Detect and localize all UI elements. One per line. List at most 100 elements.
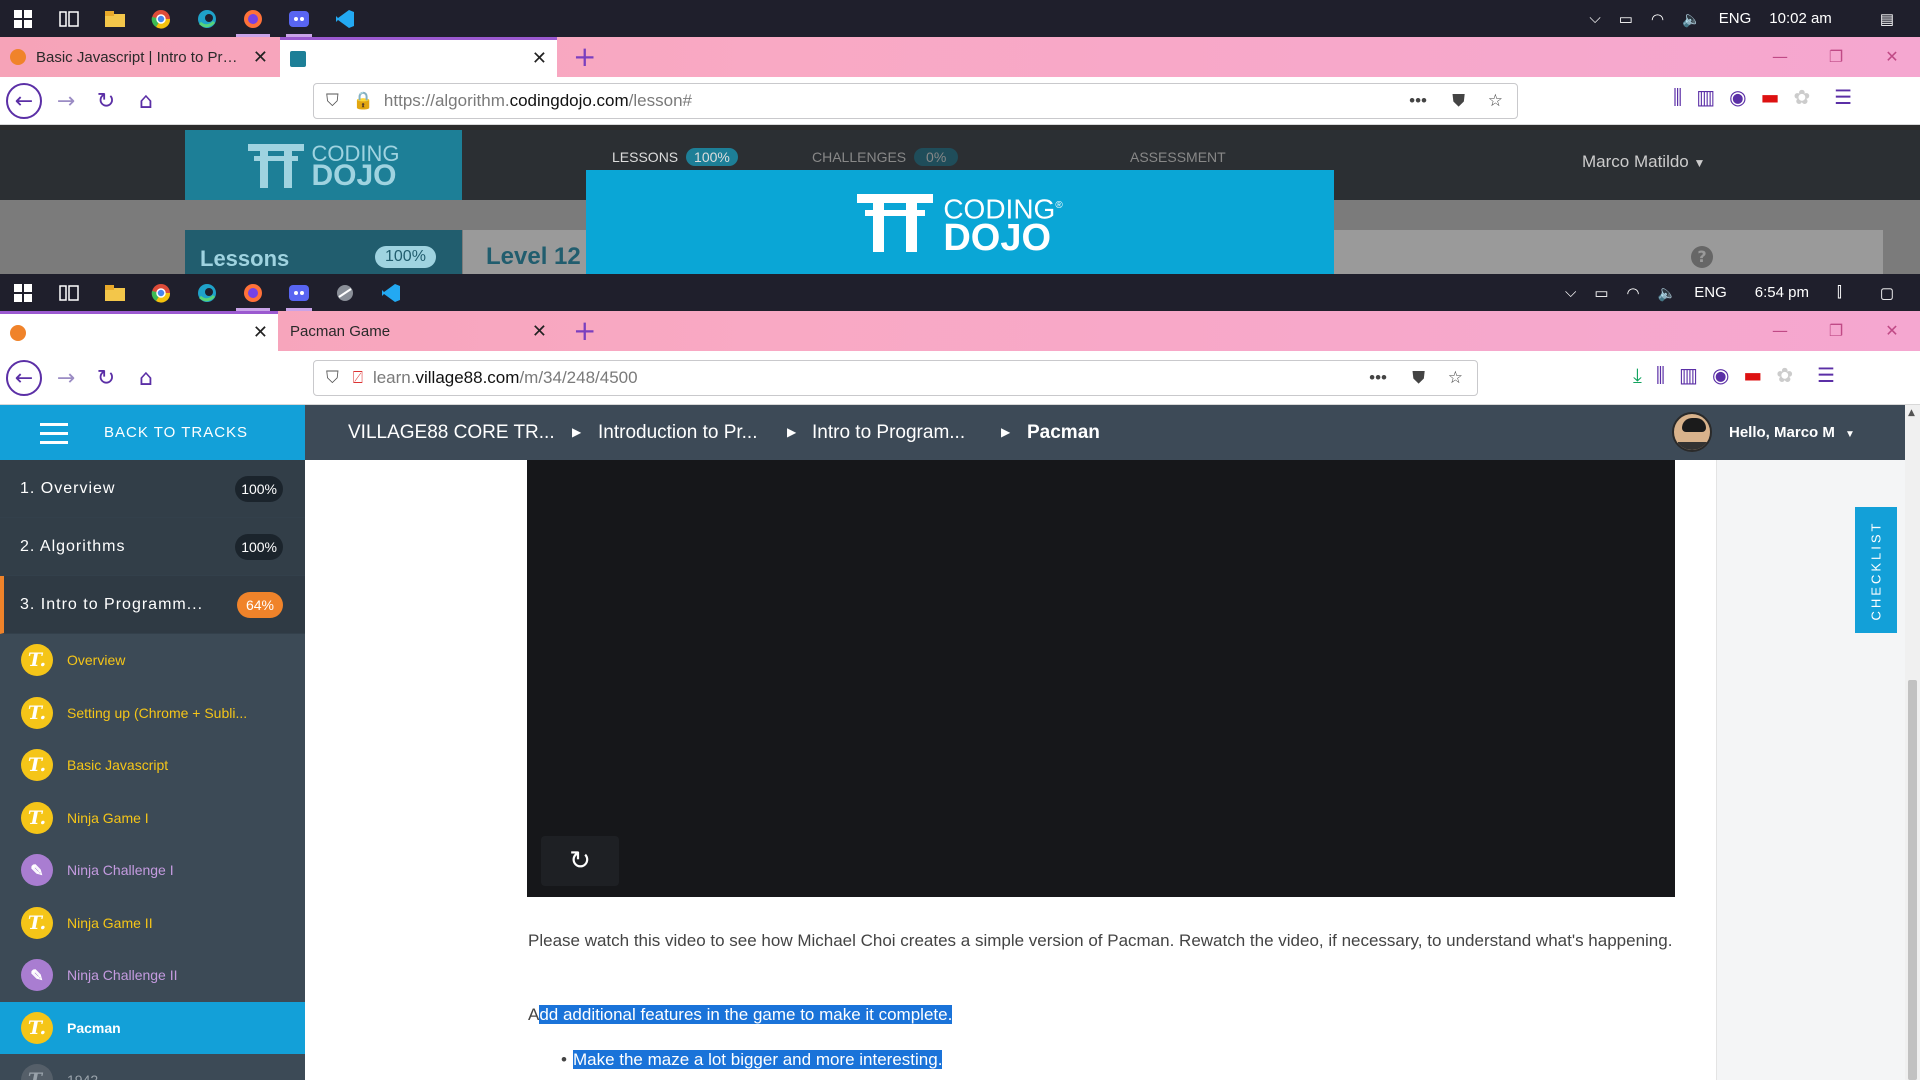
pocket-icon[interactable]: ⛊ [1412,368,1425,388]
volume-icon[interactable]: 🔈 [1682,10,1701,28]
extension-red-icon[interactable]: ▬ [1761,85,1780,109]
battery-icon[interactable]: ▭ [1594,284,1608,302]
forward-arrow-icon[interactable]: → [50,85,82,117]
close-icon[interactable]: ✕ [532,48,547,69]
tab-your-guide[interactable]: Your Guide to Learn Programmi ✕ [280,37,557,77]
help-icon[interactable]: ? [1691,246,1713,268]
language-indicator[interactable]: ENG [1719,10,1752,27]
menu-icon[interactable]: ☰ [1834,85,1852,109]
account-icon[interactable]: ◉ [1729,85,1746,109]
page-actions-icon[interactable]: ••• [1409,91,1427,111]
sidebar-item-setting-up[interactable]: T. Setting up (Chrome + Subli... [0,687,305,740]
library-icon[interactable]: ⫼ [1656,363,1665,387]
avatar[interactable] [1672,412,1712,452]
task-view-icon[interactable] [46,0,92,37]
lock-icon[interactable]: 🔒 [353,91,374,111]
breadcrumb-track[interactable]: VILLAGE88 CORE TR... [348,405,555,460]
tab-basic-javascript[interactable]: Basic Javascript | Intro to Progr ✕ [0,37,278,77]
insecure-lock-icon[interactable]: ⍁ [353,368,363,388]
restore-icon[interactable]: ❐ [1808,311,1864,351]
section-algorithms[interactable]: 2. Algorithms 100% [0,518,305,576]
download-icon[interactable]: ⤓ [1633,363,1642,387]
clock[interactable]: 6:54 pm [1755,284,1809,301]
discord-icon[interactable] [276,274,322,311]
reload-icon[interactable]: ↻ [90,85,122,117]
account-icon[interactable]: ◉ [1712,363,1729,387]
forward-arrow-icon[interactable]: → [50,362,82,394]
new-tab-plus-icon[interactable]: + [573,43,596,71]
bookmark-star-icon[interactable]: ☆ [1488,91,1503,111]
task-view-icon[interactable] [46,274,92,311]
sidebar-item-ninja-challenge-1[interactable]: ✎ Ninja Challenge I [0,844,305,897]
sidebar-icon[interactable]: ▥ [1696,85,1715,109]
language-indicator[interactable]: ENG [1694,284,1727,301]
windows-start-icon[interactable] [0,274,46,311]
back-to-tracks-button[interactable]: BACK TO TRACKS [0,405,305,460]
firefox-icon[interactable] [230,274,276,311]
sidebar-item-ninja-game-2[interactable]: T. Ninja Game II [0,897,305,950]
lessons-panel[interactable]: Lessons 100% [185,230,462,274]
wifi-icon[interactable]: ◠ [1651,10,1664,28]
tab-pacman-game[interactable]: Pacman Game ✕ [280,311,557,351]
breadcrumb-chapter[interactable]: Intro to Program... [812,405,965,460]
sidebar-item-overview[interactable]: T. Overview [0,634,305,687]
minimize-icon[interactable]: — [1752,311,1808,351]
new-tab-plus-icon[interactable]: + [573,317,596,345]
chevron-up-icon[interactable]: ⌵ [1565,284,1576,301]
hamburger-menu-icon[interactable] [40,421,68,445]
library-icon[interactable]: ⫼ [1673,85,1682,109]
firefox-icon[interactable] [230,0,276,37]
back-arrow-icon[interactable]: ← [6,83,42,119]
battery-icon[interactable]: ▭ [1619,10,1633,28]
extension-gear-icon[interactable]: ✿ [1793,85,1810,109]
video-player[interactable]: ↻ [527,460,1675,897]
vscode-icon[interactable] [322,0,368,37]
extension-gear-icon[interactable]: ✿ [1776,363,1793,387]
sidebar-item-pacman[interactable]: T. Pacman [0,1001,305,1054]
user-greeting[interactable]: Hello, Marco M ▼ [1729,405,1855,460]
close-window-icon[interactable]: ✕ [1864,37,1920,77]
nav-assessment[interactable]: ASSESSMENT [1130,149,1226,165]
nav-lessons[interactable]: LESSONS 100% [612,148,738,166]
meet-now-icon[interactable]: ⫿ [1837,284,1842,301]
sidebar-item-1942[interactable]: T. 1942 [0,1054,305,1080]
page-actions-icon[interactable]: ••• [1369,368,1387,388]
windows-start-icon[interactable] [0,0,46,37]
chevron-up-icon[interactable]: ⌵ [1589,10,1600,27]
chrome-icon[interactable] [138,0,184,37]
clock[interactable]: 10:02 am [1769,10,1832,27]
section-overview[interactable]: 1. Overview 100% [0,460,305,518]
close-icon[interactable]: ✕ [253,322,268,343]
extension-red-icon[interactable]: ▬ [1743,363,1762,387]
file-explorer-icon[interactable] [92,0,138,37]
notifications-icon[interactable]: ▢ [1880,284,1894,302]
file-explorer-icon[interactable] [92,274,138,311]
checklist-tab[interactable]: CHECKLIST [1855,507,1897,633]
volume-icon[interactable]: 🔈 [1658,284,1677,302]
url-bar[interactable]: ⛉ 🔒 https://algorithm.codingdojo.com/les… [313,83,1518,119]
pocket-icon[interactable]: ⛊ [1452,91,1465,111]
restore-icon[interactable]: ❐ [1808,37,1864,77]
close-icon[interactable]: ✕ [253,47,268,68]
edge-icon[interactable] [184,274,230,311]
replay-icon[interactable]: ↻ [541,836,619,886]
edge-icon[interactable] [184,0,230,37]
discord-icon[interactable] [276,0,322,37]
scrollbar-thumb[interactable] [1908,680,1917,1080]
close-icon[interactable]: ✕ [532,321,547,342]
minimize-icon[interactable]: — [1752,37,1808,77]
home-icon[interactable]: ⌂ [130,85,162,117]
sidebar-icon[interactable]: ▥ [1679,363,1698,387]
scroll-up-icon[interactable]: ▲ [1908,408,1915,418]
codingdojo-logo[interactable]: CODING DOJO [185,130,462,200]
sidebar-item-basic-javascript[interactable]: T. Basic Javascript [0,739,305,792]
url-bar[interactable]: ⛉ ⍁ learn.village88.com/m/34/248/4500 ••… [313,360,1478,396]
close-window-icon[interactable]: ✕ [1864,311,1920,351]
sidebar-item-ninja-game-1[interactable]: T. Ninja Game I [0,792,305,845]
reload-icon[interactable]: ↻ [90,362,122,394]
tab-pacman-intro[interactable]: Pacman | Intro to Programming ✕ [0,311,278,351]
shield-icon[interactable]: ⛉ [326,368,339,388]
notifications-icon[interactable]: ▤ [1880,10,1894,28]
menu-icon[interactable]: ☰ [1817,363,1835,387]
home-icon[interactable]: ⌂ [130,362,162,394]
